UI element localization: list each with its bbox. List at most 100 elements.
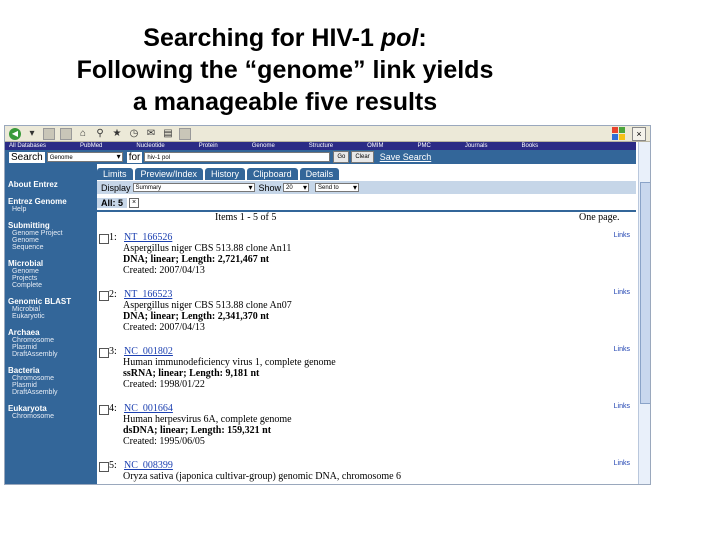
accession-link[interactable]: NC_001664 [124, 403, 173, 414]
result-number: 4: [109, 403, 117, 414]
mail-icon[interactable]: ✉ [145, 128, 157, 140]
stop-icon[interactable] [43, 127, 55, 140]
home-icon[interactable]: ⌂ [77, 128, 89, 140]
sidebar-link[interactable]: Projects [8, 275, 97, 282]
one-page-link[interactable]: One page. [579, 212, 620, 223]
links-link[interactable]: Links [614, 346, 630, 353]
sidebar-heading[interactable]: Genomic BLAST [8, 297, 97, 306]
sidebar-heading[interactable]: Archaea [8, 328, 97, 337]
favorites-icon[interactable]: ★ [111, 128, 123, 140]
sidebar-link[interactable]: Microbial [8, 306, 97, 313]
edit-icon[interactable] [179, 127, 191, 140]
sidebar-link[interactable]: DraftAssembly [8, 351, 97, 358]
database-link[interactable]: Genome [248, 142, 275, 150]
sidebar-link[interactable]: Complete [8, 282, 97, 289]
display-label: Display [101, 182, 131, 193]
database-link[interactable]: PMC [413, 142, 430, 150]
clear-button[interactable]: Clear [351, 151, 374, 163]
refresh-icon[interactable] [60, 127, 72, 140]
accession-link[interactable]: NT_166526 [124, 232, 172, 243]
tab-clipboard[interactable]: Clipboard [247, 168, 298, 180]
database-link[interactable]: Journals [461, 142, 488, 150]
all-results-tab[interactable]: All: 5 × [97, 198, 140, 208]
results-list: 1: NT_166526 Links Aspergillus niger CBS 51… [97, 232, 636, 484]
result-checkbox[interactable] [99, 291, 109, 301]
history-icon[interactable]: ◷ [128, 128, 140, 140]
close-icon[interactable]: × [129, 198, 140, 208]
result-checkbox[interactable] [99, 234, 109, 244]
database-link[interactable]: PubMed [76, 142, 102, 150]
back-icon[interactable]: ◀ [9, 127, 21, 140]
accession-link[interactable]: NC_001802 [124, 346, 173, 357]
result-row: 1: NT_166526 Links Aspergillus niger CBS 51… [97, 232, 636, 289]
result-checkbox[interactable] [99, 462, 109, 472]
database-bar: All Databases PubMed Nucleotide Protein Geno… [5, 142, 636, 150]
dropdown-icon[interactable]: ▾ [26, 128, 38, 140]
links-link[interactable]: Links [614, 460, 630, 467]
result-row: 2: NT_166523 Links Aspergillus niger CBS 51… [97, 289, 636, 346]
sidebar-link[interactable]: Plasmid [8, 344, 97, 351]
save-search-link[interactable]: Save Search [380, 152, 432, 162]
tab-details[interactable]: Details [299, 168, 340, 180]
search-input[interactable]: hiv-1 pol [144, 152, 331, 162]
sidebar-heading[interactable]: Entrez Genome [8, 197, 97, 206]
send-to-select[interactable]: Send to [315, 183, 360, 192]
browser-screenshot: ◀ ▾ ⌂ ⚲ ★ ◷ ✉ ▤ × All Databases PubMed Nuc… [4, 125, 651, 485]
tab-bar: Limits Preview/Index History Clipboard Detai… [97, 168, 341, 181]
tab-history[interactable]: History [205, 168, 246, 180]
title-line-1: Searching for HIV-1 pol: [143, 24, 427, 52]
search-bar: Search Genome for hiv-1 pol Go Clear Sav… [5, 150, 636, 164]
scroll-thumb[interactable] [640, 182, 650, 404]
sidebar-link[interactable]: Chromosome [8, 375, 97, 382]
sidebar-heading[interactable]: Eukaryota [8, 404, 97, 413]
show-label: Show [258, 182, 282, 193]
sidebar-link[interactable]: Plasmid [8, 382, 97, 389]
sequence-line: ssRNA; linear; Length: 9,181 nt [123, 368, 336, 379]
sidebar-heading[interactable]: Submitting [8, 221, 97, 230]
database-link[interactable]: Protein [195, 142, 218, 150]
sidebar-link[interactable]: Help [8, 206, 97, 213]
database-link[interactable]: Nucleotide [132, 142, 164, 150]
result-row: 5: NC_008399 Links Oryza sativa (japonica c… [97, 460, 636, 484]
sidebar-link[interactable]: Genome [8, 237, 97, 244]
display-select[interactable]: Summary [132, 183, 255, 192]
sidebar-link[interactable]: Chromosome [8, 413, 97, 420]
sequence-info: DNA; linear; Length: 2,341,370 nt [123, 311, 270, 322]
sidebar-link[interactable]: Sequence [8, 244, 97, 251]
for-label: for [126, 151, 143, 163]
tab-preview-index[interactable]: Preview/Index [134, 168, 204, 180]
display-bar: Display Summary Show 20 Send to [97, 181, 636, 194]
result-description: Aspergillus niger CBS 513.88 clone An07 D… [123, 300, 292, 333]
database-link[interactable]: All Databases [5, 142, 46, 150]
sidebar-heading[interactable]: Bacteria [8, 366, 97, 375]
database-link[interactable]: Structure [305, 142, 333, 150]
sidebar-link[interactable]: Eukaryotic [8, 313, 97, 320]
result-checkbox[interactable] [99, 405, 109, 415]
search-icon[interactable]: ⚲ [94, 128, 106, 140]
accession-link[interactable]: NC_008399 [124, 460, 173, 471]
sidebar-link[interactable]: Chromosome [8, 337, 97, 344]
database-select[interactable]: Genome [46, 152, 123, 162]
close-icon[interactable]: × [632, 127, 646, 141]
links-link[interactable]: Links [614, 403, 630, 410]
sidebar-heading[interactable]: Microbial [8, 259, 97, 268]
accession-link[interactable]: NT_166523 [124, 289, 172, 300]
go-button[interactable]: Go [333, 151, 350, 163]
database-link[interactable]: OMIM [363, 142, 383, 150]
tab-limits[interactable]: Limits [97, 168, 133, 180]
links-link[interactable]: Links [614, 289, 630, 296]
sidebar-link[interactable]: Genome [8, 268, 97, 275]
sidebar-heading[interactable]: About Entrez [8, 180, 97, 189]
show-select[interactable]: 20 [283, 183, 310, 192]
links-link[interactable]: Links [614, 232, 630, 239]
result-checkbox[interactable] [99, 348, 109, 358]
sidebar-link[interactable]: DraftAssembly [8, 389, 97, 396]
sidebar-link[interactable]: Genome Project [8, 230, 97, 237]
scrollbar[interactable] [638, 142, 650, 484]
print-icon[interactable]: ▤ [162, 128, 174, 140]
database-link[interactable]: Books [518, 142, 539, 150]
